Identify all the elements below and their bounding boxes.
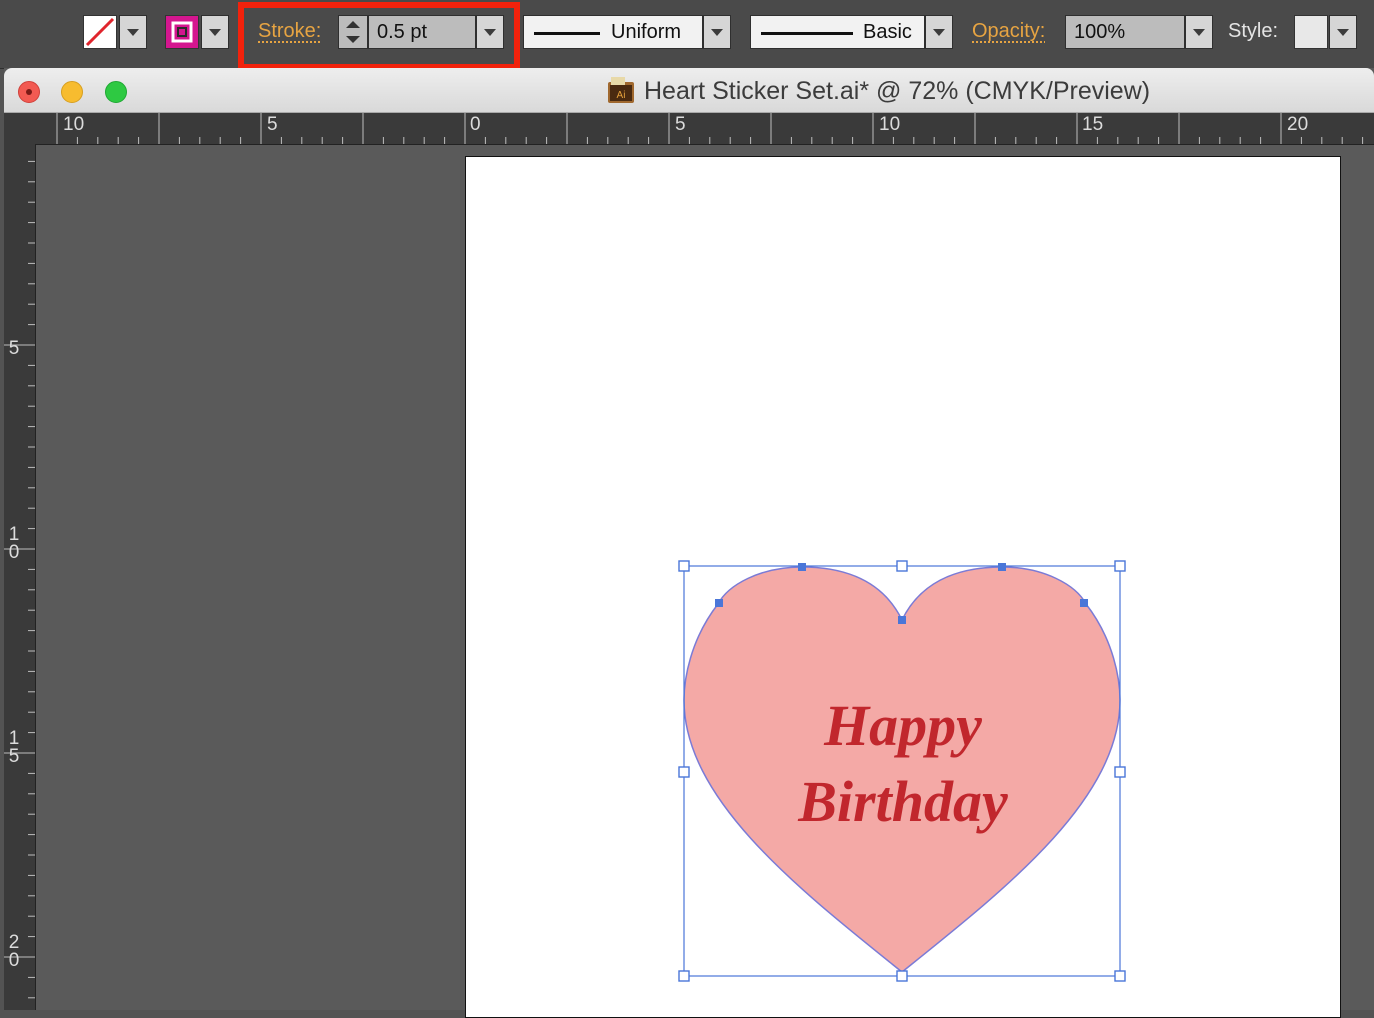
anchor-point[interactable]: [715, 599, 723, 607]
heart-artwork[interactable]: [0, 0, 1374, 1010]
resize-handle-bottom[interactable]: [896, 970, 908, 982]
resize-handle-bottom-right[interactable]: [1114, 970, 1126, 982]
text-line-birthday: Birthday: [798, 769, 1008, 834]
resize-handle-top-left[interactable]: [678, 560, 690, 572]
anchor-point[interactable]: [1080, 599, 1088, 607]
resize-handle-bottom-left[interactable]: [678, 970, 690, 982]
anchor-point[interactable]: [998, 563, 1006, 571]
heart-text[interactable]: Happy Birthday: [678, 688, 1128, 840]
resize-handle-top[interactable]: [896, 560, 908, 572]
resize-handle-top-right[interactable]: [1114, 560, 1126, 572]
anchor-point[interactable]: [798, 563, 806, 571]
anchor-point[interactable]: [898, 616, 906, 624]
text-line-happy: Happy: [824, 693, 982, 758]
